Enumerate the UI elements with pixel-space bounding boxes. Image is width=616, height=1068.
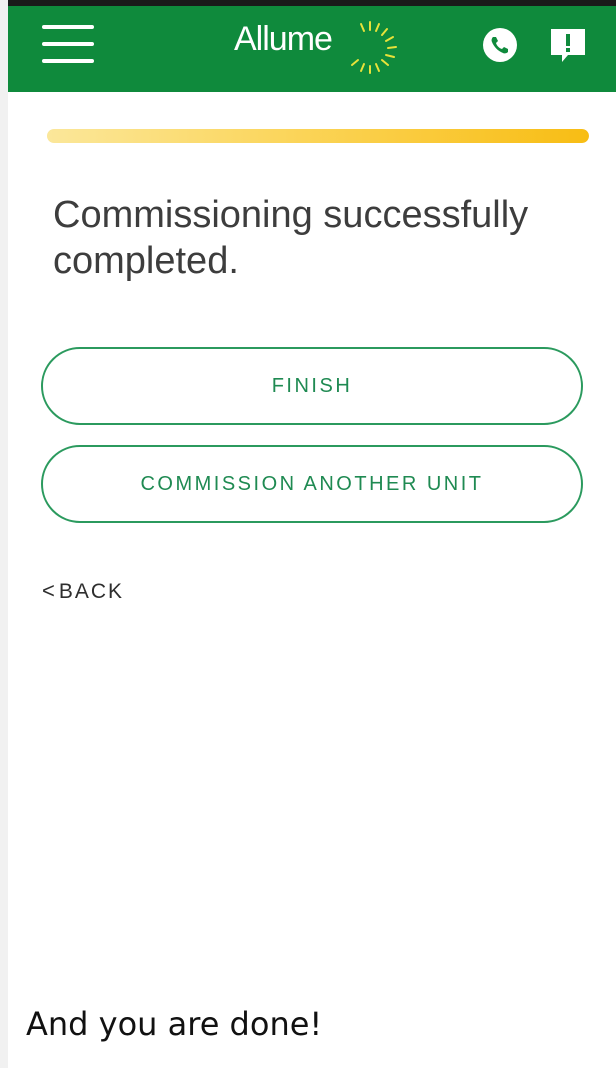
phone-icon[interactable] [481, 26, 519, 64]
app-frame: Allume Commissioning successfully comple… [0, 0, 616, 1068]
app-header: Allume [8, 0, 616, 92]
page-title: Commissioning successfully completed. [53, 194, 529, 282]
commission-another-unit-button[interactable]: COMMISSION ANOTHER UNIT [41, 445, 583, 523]
hamburger-menu-icon[interactable] [42, 25, 94, 69]
menu-line [42, 42, 94, 46]
progress-bar [47, 129, 589, 143]
menu-line [42, 59, 94, 63]
back-link[interactable]: < BACK [42, 578, 124, 606]
menu-line [42, 25, 94, 29]
progress-fill [47, 129, 589, 143]
sun-burst-icon [351, 21, 397, 74]
chevron-left-icon: < [42, 578, 55, 603]
finish-button[interactable]: FINISH [41, 347, 583, 425]
left-edge-strip [0, 0, 8, 1068]
back-label: BACK [58, 580, 125, 603]
caption-text: And you are done! [26, 1005, 323, 1043]
logo-text: Allume [234, 20, 333, 58]
feedback-icon[interactable] [548, 26, 588, 64]
